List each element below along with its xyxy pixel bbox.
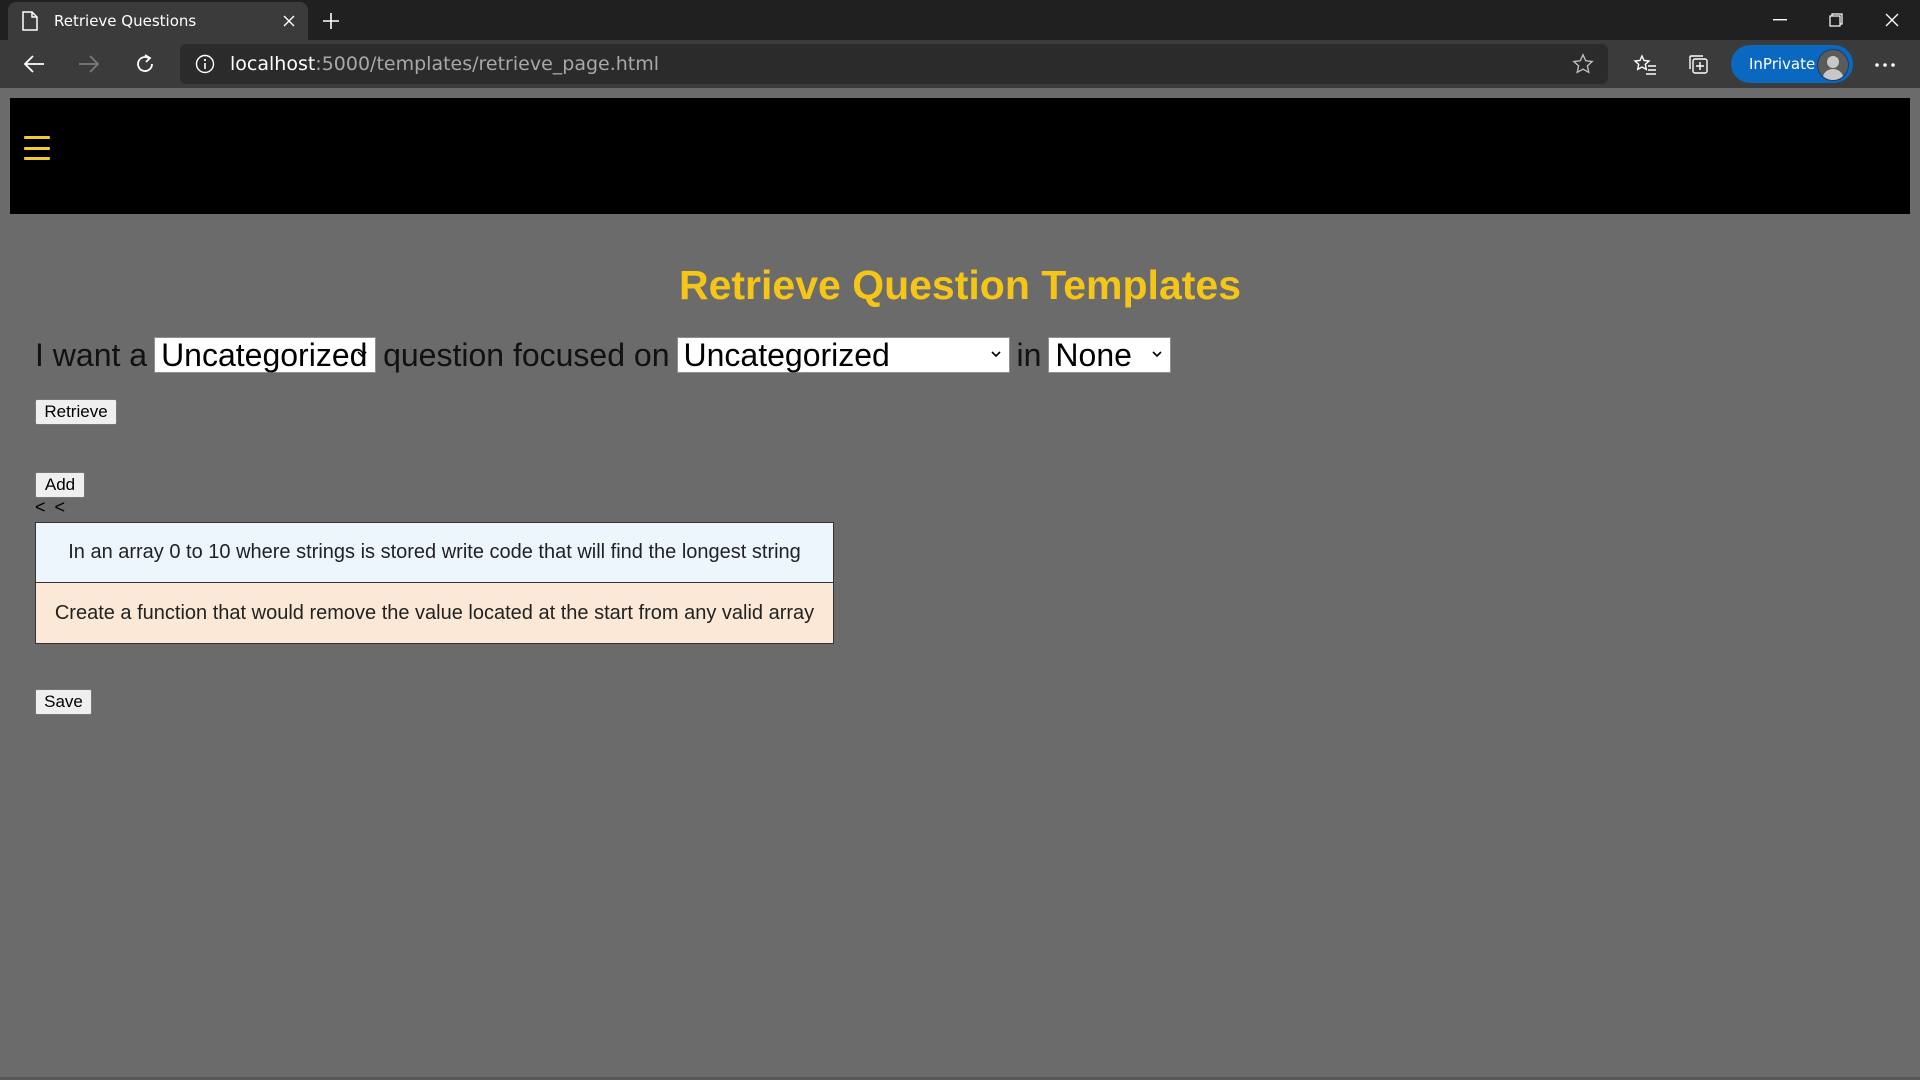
plus-icon[interactable] — [316, 6, 346, 36]
url-host: localhost — [230, 53, 316, 75]
question-filter-sentence: I want a Uncategorized question focused … — [35, 336, 1178, 374]
sentence-middle: question focused on — [383, 336, 670, 373]
question-item[interactable]: In an array 0 to 10 where strings is sto… — [36, 523, 833, 583]
restore-icon[interactable] — [1808, 0, 1864, 40]
pager-prev-links[interactable]: < < — [35, 497, 67, 518]
chevron-down-icon — [1152, 351, 1162, 358]
chevron-down-icon — [990, 351, 1001, 358]
question-item[interactable]: Create a function that would remove the … — [36, 583, 833, 643]
add-button[interactable]: Add — [35, 472, 85, 498]
category-select-value: Uncategorized — [161, 336, 368, 373]
star-icon[interactable] — [1572, 53, 1594, 80]
topic-select-value: Uncategorized — [683, 336, 890, 373]
more-icon[interactable] — [1870, 50, 1900, 80]
refresh-icon[interactable] — [128, 48, 162, 80]
page-header — [10, 98, 1910, 214]
language-select[interactable]: None — [1048, 336, 1172, 373]
browser-titlebar: Retrieve Questions — [0, 0, 1920, 40]
page-icon — [22, 10, 42, 32]
collections-icon[interactable] — [1684, 50, 1714, 80]
tab-title: Retrieve Questions — [54, 12, 197, 30]
inprivate-label: InPrivate — [1749, 55, 1816, 73]
save-button[interactable]: Save — [35, 689, 92, 715]
page-title: Retrieve Question Templates — [678, 262, 1242, 308]
sentence-suffix: in — [1016, 336, 1042, 373]
browser-toolbar: localhost:5000/templates/retrieve_page.h… — [0, 40, 1920, 88]
category-select[interactable]: Uncategorized — [154, 336, 377, 373]
topic-select[interactable]: Uncategorized — [676, 336, 1010, 373]
info-icon[interactable] — [194, 53, 216, 75]
language-select-value: None — [1055, 336, 1132, 373]
close-icon[interactable] — [274, 15, 304, 27]
url-path: :5000/templates/retrieve_page.html — [315, 53, 660, 75]
address-bar[interactable]: localhost:5000/templates/retrieve_page.h… — [180, 44, 1608, 84]
back-icon[interactable] — [17, 48, 51, 80]
favorites-icon[interactable] — [1630, 50, 1660, 80]
browser-tab[interactable]: Retrieve Questions — [8, 2, 308, 40]
sentence-prefix: I want a — [35, 336, 148, 373]
chevron-down-icon — [357, 351, 367, 358]
retrieve-button[interactable]: Retrieve — [35, 399, 117, 425]
inprivate-button[interactable]: InPrivate — [1731, 45, 1853, 83]
close-window-icon[interactable] — [1864, 0, 1920, 40]
avatar — [1817, 49, 1849, 81]
url-text[interactable]: localhost:5000/templates/retrieve_page.h… — [230, 53, 659, 75]
minimize-icon[interactable] — [1752, 0, 1808, 40]
question-list: In an array 0 to 10 where strings is sto… — [35, 522, 834, 644]
hamburger-icon[interactable] — [24, 136, 50, 160]
forward-icon[interactable] — [72, 48, 106, 80]
window-controls — [1752, 0, 1920, 40]
